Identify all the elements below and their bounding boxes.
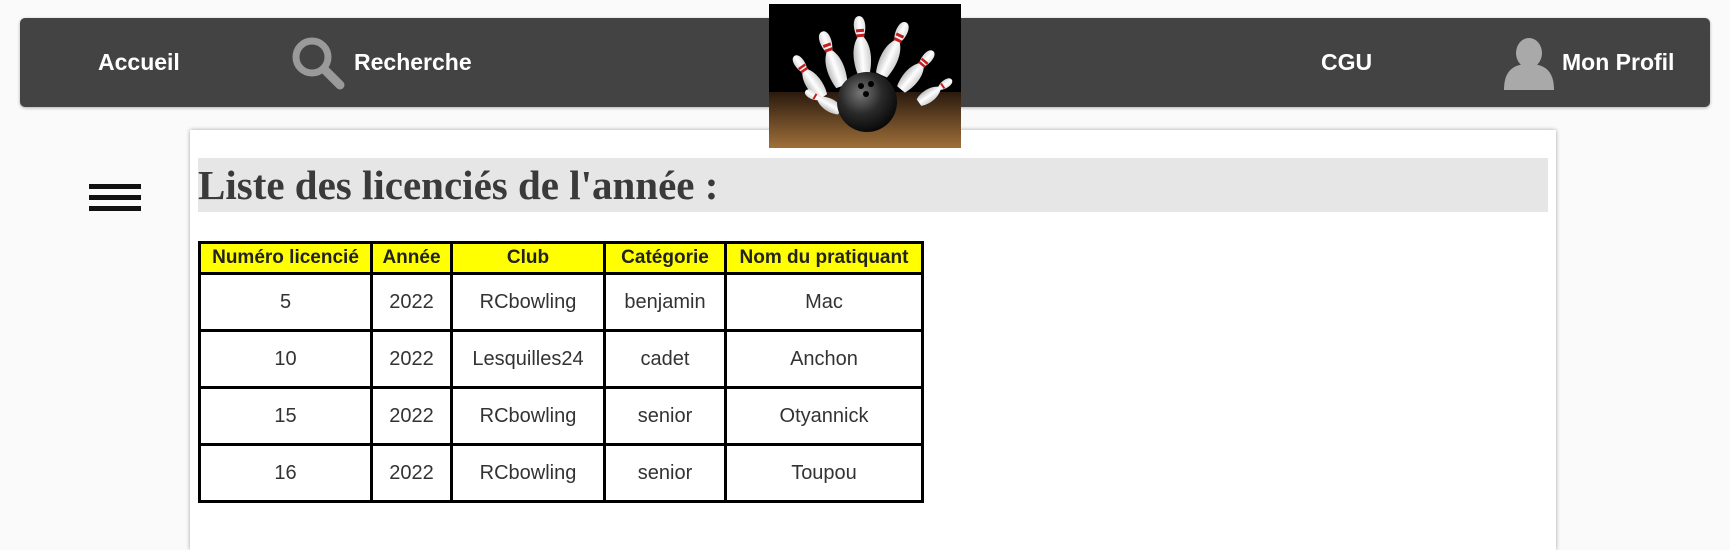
- table-cell: RCbowling: [450, 443, 606, 503]
- table-row: 5 2022 RCbowling benjamin Mac: [198, 272, 924, 332]
- table-cell: 5: [198, 272, 373, 332]
- magnifier-icon: [288, 33, 348, 93]
- table-header-row: Numéro licencié Année Club Catégorie Nom…: [198, 241, 924, 275]
- table-cell: 2022: [370, 272, 453, 332]
- page-title: Liste des licenciés de l'année :: [198, 158, 1548, 212]
- column-header: Numéro licencié: [198, 241, 373, 275]
- table-cell: benjamin: [603, 272, 727, 332]
- table-cell: RCbowling: [450, 272, 606, 332]
- nav-search-label: Recherche: [354, 49, 472, 75]
- table-cell: 2022: [370, 329, 453, 389]
- table-cell: Anchon: [724, 329, 924, 389]
- table-cell: RCbowling: [450, 386, 606, 446]
- column-header: Club: [450, 241, 606, 275]
- table-cell: Toupou: [724, 443, 924, 503]
- bowling-logo[interactable]: [769, 4, 961, 148]
- table-cell: Otyannick: [724, 386, 924, 446]
- nav-search-link[interactable]: Recherche: [288, 18, 472, 107]
- table-cell: 16: [198, 443, 373, 503]
- table-cell: 2022: [370, 386, 453, 446]
- table-cell: cadet: [603, 329, 727, 389]
- table-cell: 2022: [370, 443, 453, 503]
- table-cell: senior: [603, 443, 727, 503]
- content-card: Liste des licenciés de l'année : Numéro …: [190, 130, 1556, 550]
- column-header: Année: [370, 241, 453, 275]
- nav-profile-link[interactable]: Mon Profil: [1502, 18, 1674, 107]
- table-cell: 10: [198, 329, 373, 389]
- table-cell: Lesquilles24: [450, 329, 606, 389]
- table-cell: senior: [603, 386, 727, 446]
- table-cell: 15: [198, 386, 373, 446]
- nav-profile-label: Mon Profil: [1562, 49, 1675, 75]
- column-header: Catégorie: [603, 241, 727, 275]
- hamburger-menu-icon[interactable]: [89, 184, 141, 218]
- licences-table: Numéro licencié Année Club Catégorie Nom…: [198, 241, 924, 503]
- nav-home-link[interactable]: Accueil: [98, 18, 180, 107]
- table-row: 15 2022 RCbowling senior Otyannick: [198, 386, 924, 446]
- table-cell: Mac: [724, 272, 924, 332]
- table-row: 16 2022 RCbowling senior Toupou: [198, 443, 924, 503]
- table-row: 10 2022 Lesquilles24 cadet Anchon: [198, 329, 924, 389]
- user-silhouette-icon: [1502, 36, 1556, 90]
- column-header: Nom du pratiquant: [724, 241, 924, 275]
- nav-cgu-link[interactable]: CGU: [1321, 18, 1372, 107]
